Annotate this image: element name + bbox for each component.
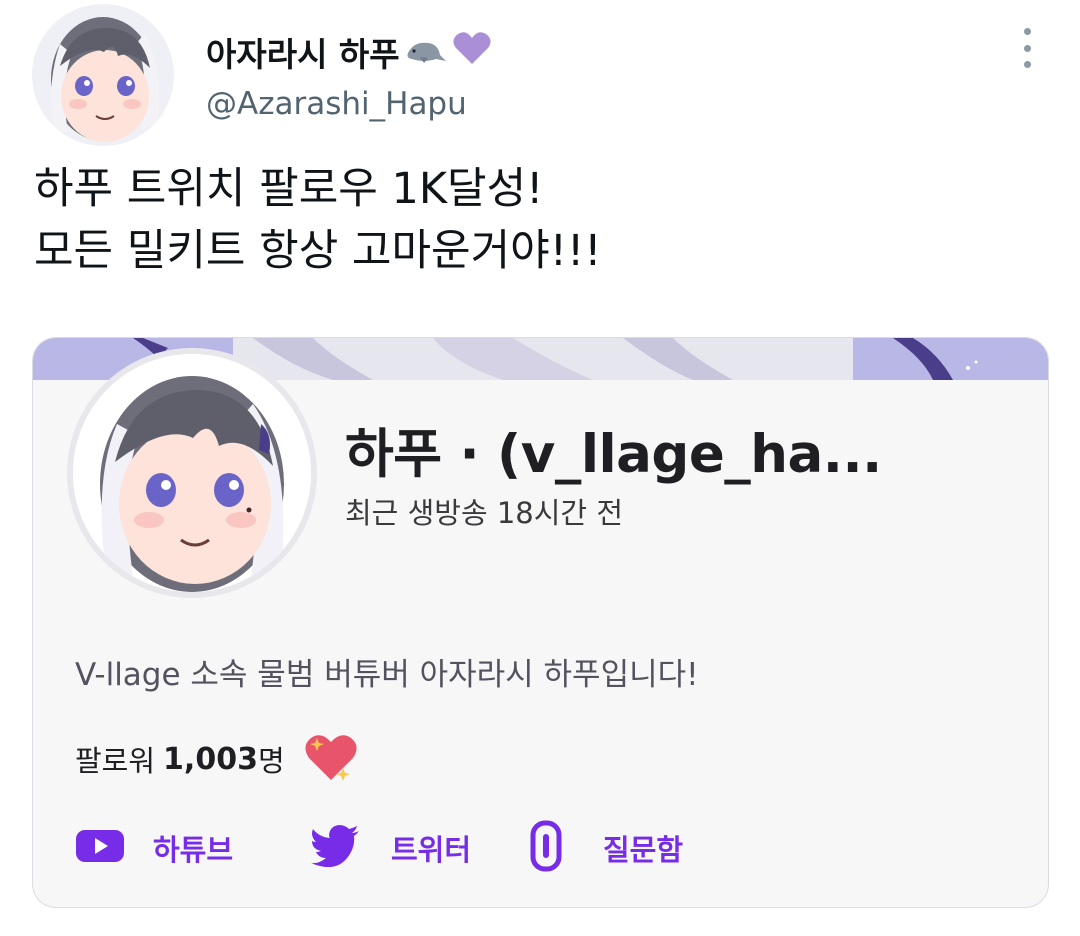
twitch-profile-card[interactable]: 하푸 · (v_llage_ha... 최근 생방송 18시간 전 V-llag…: [32, 337, 1049, 908]
link-twitter[interactable]: 트위터: [311, 820, 471, 876]
sparkling-heart-icon: [303, 730, 359, 788]
followers-unit: 명: [257, 744, 285, 778]
followers-count-row: 팔로워 1,003 명: [75, 730, 359, 788]
tweet-text-line: 하푸 트위치 팔로우 1K달성!: [34, 164, 544, 214]
link-question-box[interactable]: 질문함: [529, 820, 683, 876]
more-dot-icon: [1023, 44, 1031, 52]
twitter-icon: [311, 825, 361, 871]
youtube-icon: [75, 828, 125, 868]
author-avatar[interactable]: [32, 4, 174, 146]
channel-title[interactable]: 하푸 · (v_llage_ha...: [345, 412, 882, 488]
tweet-text: 하푸 트위치 팔로우 1K달성! 모든 밀키트 항상 고마운거야!!!: [34, 158, 601, 282]
more-dot-icon: [1023, 28, 1031, 35]
link-question-box-label: 질문함: [603, 833, 684, 867]
channel-bio: V-llage 소속 물범 버튜버 아자라시 하푸입니다!: [75, 657, 699, 693]
tweet-text-line: 모든 밀키트 항상 고마운거야!!!: [34, 226, 602, 276]
author-name[interactable]: 아자라시 하푸: [206, 28, 492, 76]
link-twitter-label: 트위터: [391, 833, 472, 867]
last-live-status: 최근 생방송 18시간 전: [345, 496, 623, 530]
link-youtube[interactable]: 하튜브: [75, 820, 233, 876]
followers-label: 팔로워: [75, 744, 156, 778]
seal-icon: [404, 31, 448, 73]
purple-heart-icon: [452, 30, 492, 74]
more-dot-icon: [1023, 61, 1031, 68]
followers-count: 1,003: [163, 741, 258, 777]
channel-avatar[interactable]: [67, 348, 317, 598]
question-box-icon: [529, 819, 563, 877]
link-youtube-label: 하튜브: [153, 833, 234, 867]
author-handle[interactable]: @Azarashi_Hapu: [206, 86, 467, 122]
more-options-button[interactable]: [1010, 28, 1044, 68]
author-name-text: 아자라시 하푸: [206, 35, 400, 74]
